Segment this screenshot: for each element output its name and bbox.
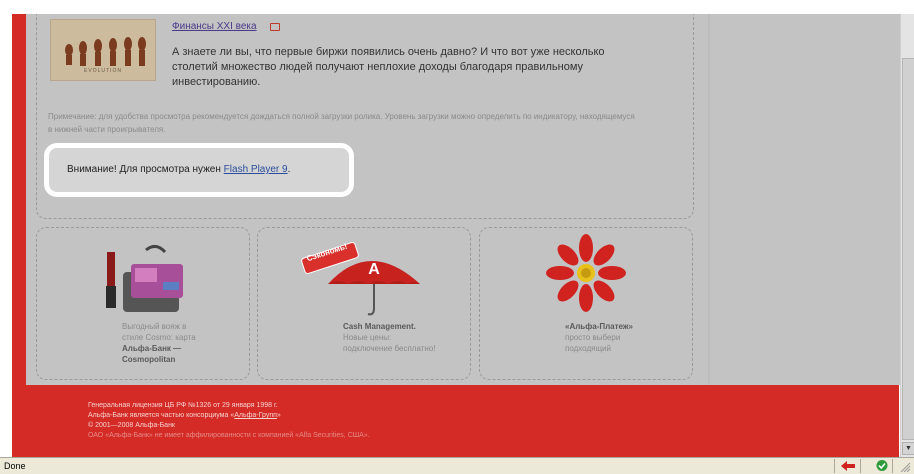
promo-card-alfa-payment[interactable]: «Альфа-Платеж» просто выбери подходящий bbox=[479, 227, 693, 380]
flash-warning-text: Внимание! Для просмотра нужен Flash Play… bbox=[67, 164, 290, 175]
footer-consortium: Альфа-Банк является частью консорциума «… bbox=[88, 411, 370, 421]
footer-disclaimer: ОАО «Альфа-Банк» не имеет аффилированнос… bbox=[88, 432, 370, 439]
promo-cosmopolitan-text: Выгодный вояж в стиле Cosmo: карта Альфа… bbox=[122, 321, 232, 365]
torn-edge bbox=[0, 0, 914, 14]
promo-cosmopolitan-line1: Выгодный вояж в bbox=[122, 322, 187, 331]
status-text: Done bbox=[4, 461, 26, 471]
right-column-divider bbox=[708, 0, 710, 385]
cosmetic-bag-icon bbox=[106, 245, 183, 312]
red-flower-icon bbox=[546, 234, 626, 312]
flash-warning-prefix: Внимание! Для просмотра нужен bbox=[67, 164, 224, 175]
footer-consortium-suffix: » bbox=[276, 412, 281, 419]
promo-payment-title: «Альфа-Платеж» bbox=[565, 322, 634, 331]
flash-warning-box: Внимание! Для просмотра нужен Flash Play… bbox=[49, 148, 349, 192]
alfa-group-link[interactable]: Альфа-Групп bbox=[234, 412, 277, 419]
status-separator bbox=[892, 459, 893, 473]
security-check-icon[interactable] bbox=[874, 459, 890, 472]
scrollbar-thumb[interactable] bbox=[902, 58, 914, 440]
promo-cosmopolitan-line2: стиле Cosmo: карта bbox=[122, 333, 196, 342]
promo-card-cosmopolitan[interactable]: Выгодный вояж в стиле Cosmo: карта Альфа… bbox=[36, 227, 250, 380]
loading-note: Примечание: для удобства просмотра реком… bbox=[48, 112, 635, 134]
article-thumbnail[interactable]: EVOLUTION bbox=[50, 19, 156, 81]
status-bar: Done bbox=[0, 457, 914, 474]
promo-payment-line2: подходящий bbox=[565, 344, 611, 353]
external-window-icon[interactable] bbox=[270, 23, 280, 31]
promo-card-cash-management[interactable]: A Сэкономь! Cash Management. Новые цены:… bbox=[257, 227, 471, 380]
vertical-scrollbar[interactable]: ▼ bbox=[900, 0, 914, 457]
article-teaser: А знаете ли вы, что первые биржи появили… bbox=[172, 46, 605, 88]
resize-grip-icon[interactable] bbox=[896, 459, 912, 472]
promo-cash-line1: Новые цены: bbox=[343, 333, 392, 342]
promo-cash-text: Cash Management. Новые цены: подключение… bbox=[343, 321, 463, 354]
promo-cash-line2: подключение бесплатно! bbox=[343, 344, 436, 353]
footer-copyright: © 2001—2008 Альфа-Банк bbox=[88, 422, 175, 429]
svg-text:A: A bbox=[368, 261, 380, 278]
flash-warning-suffix: . bbox=[287, 164, 291, 175]
promo-payment-text: «Альфа-Платеж» просто выбери подходящий bbox=[565, 321, 685, 354]
promo-cosmopolitan-bold2: Cosmopolitan bbox=[122, 355, 176, 364]
promo-cash-title: Cash Management. bbox=[343, 322, 416, 331]
red-arrow-icon[interactable] bbox=[840, 459, 856, 472]
status-separator bbox=[860, 459, 861, 473]
scroll-down-arrow-icon[interactable]: ▼ bbox=[902, 442, 914, 455]
promo-payment-line1: просто выбери bbox=[565, 333, 621, 342]
footer-license: Генеральная лицензия ЦБ РФ №1326 от 29 я… bbox=[88, 402, 278, 409]
footer-consortium-prefix: Альфа-Банк является частью консорциума « bbox=[88, 412, 235, 419]
promo-cosmopolitan-bold1: Альфа-Банк — bbox=[122, 344, 182, 353]
status-separator bbox=[834, 459, 835, 473]
thumbnail-caption: EVOLUTION bbox=[84, 68, 122, 74]
flash-player-link[interactable]: Flash Player 9 bbox=[224, 164, 288, 175]
article-title-link[interactable]: Финансы XXI века bbox=[172, 21, 257, 32]
footer: Генеральная лицензия ЦБ РФ №1326 от 29 я… bbox=[88, 401, 370, 441]
